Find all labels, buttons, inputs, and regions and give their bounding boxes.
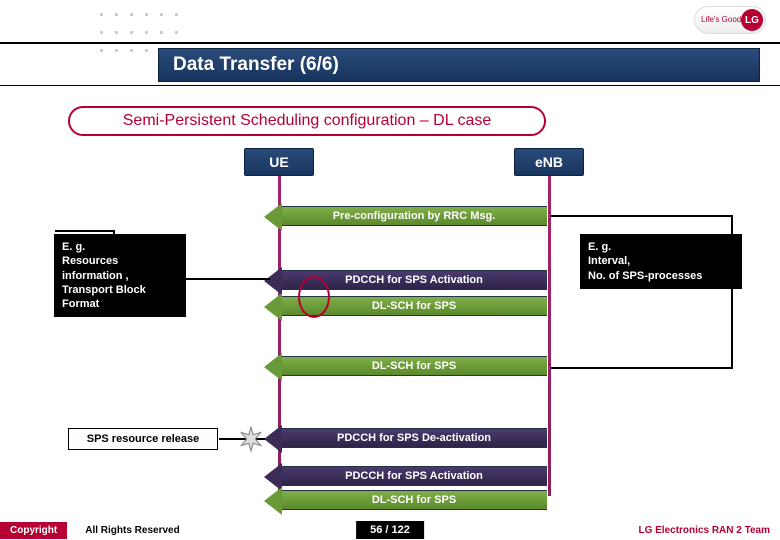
connector-line	[551, 215, 733, 217]
connector-line	[186, 278, 270, 280]
msg-pdcch-activation-2: PDCCH for SPS Activation	[281, 466, 547, 486]
lifeline-enb	[548, 158, 551, 496]
note-text: E. g. Resources information , Transport …	[62, 241, 146, 310]
msg-pdcch-deactivation: PDCCH for SPS De-activation	[281, 428, 547, 448]
msg-dlsch-2: DL-SCH for SPS	[281, 356, 547, 376]
msg-dlsch-3: DL-SCH for SPS	[281, 490, 547, 510]
msg-label: PDCCH for SPS Activation	[345, 470, 483, 482]
page-indicator: 56 / 122	[356, 521, 424, 539]
highlight-ellipse-icon	[298, 276, 330, 318]
logo-tagline: Life's Good	[701, 16, 741, 24]
team-credit: LG Electronics RAN 2 Team	[638, 525, 770, 536]
arrow-left-icon	[264, 203, 282, 231]
arrow-left-icon	[264, 267, 282, 295]
logo-circle-icon: LG	[741, 9, 763, 31]
msg-label: PDCCH for SPS De-activation	[337, 432, 491, 444]
note-right: E. g. Interval, No. of SPS-processes	[580, 234, 742, 289]
subtitle: Semi-Persistent Scheduling configuration…	[68, 106, 546, 136]
lg-logo: Life's Good LG	[694, 6, 766, 34]
note-text: E. g. Interval, No. of SPS-processes	[588, 241, 702, 282]
node-enb: eNB	[514, 148, 584, 176]
connector-line	[551, 367, 733, 369]
title-underline	[0, 85, 780, 86]
arrow-left-icon	[264, 353, 282, 381]
msg-label: PDCCH for SPS Activation	[345, 274, 483, 286]
connector-line	[113, 230, 115, 238]
note-left: E. g. Resources information , Transport …	[54, 234, 186, 317]
msg-label: DL-SCH for SPS	[372, 360, 456, 372]
star-icon	[238, 426, 264, 452]
node-ue: UE	[244, 148, 314, 176]
arrow-left-icon	[264, 487, 282, 515]
msg-label: Pre-configuration by RRC Msg.	[333, 210, 496, 222]
note-sps-release: SPS resource release	[68, 428, 218, 450]
page-title: Data Transfer (6/6)	[158, 48, 760, 82]
connector-line	[731, 215, 733, 369]
msg-preconfig: Pre-configuration by RRC Msg.	[281, 206, 547, 226]
header-rule	[0, 42, 780, 44]
arrow-left-icon	[264, 293, 282, 321]
connector-line	[55, 230, 115, 232]
arrow-left-icon	[264, 425, 282, 453]
sequence-diagram: UE eNB Pre-configuration by RRC Msg. PDC…	[0, 148, 780, 516]
rights-text: All Rights Reserved	[85, 525, 179, 536]
msg-label: DL-SCH for SPS	[372, 300, 456, 312]
footer: Copyright All Rights Reserved 56 / 122 L…	[0, 520, 780, 540]
copyright-badge: Copyright	[0, 522, 67, 539]
msg-label: DL-SCH for SPS	[372, 494, 456, 506]
header-bar: Life's Good LG	[0, 0, 780, 42]
